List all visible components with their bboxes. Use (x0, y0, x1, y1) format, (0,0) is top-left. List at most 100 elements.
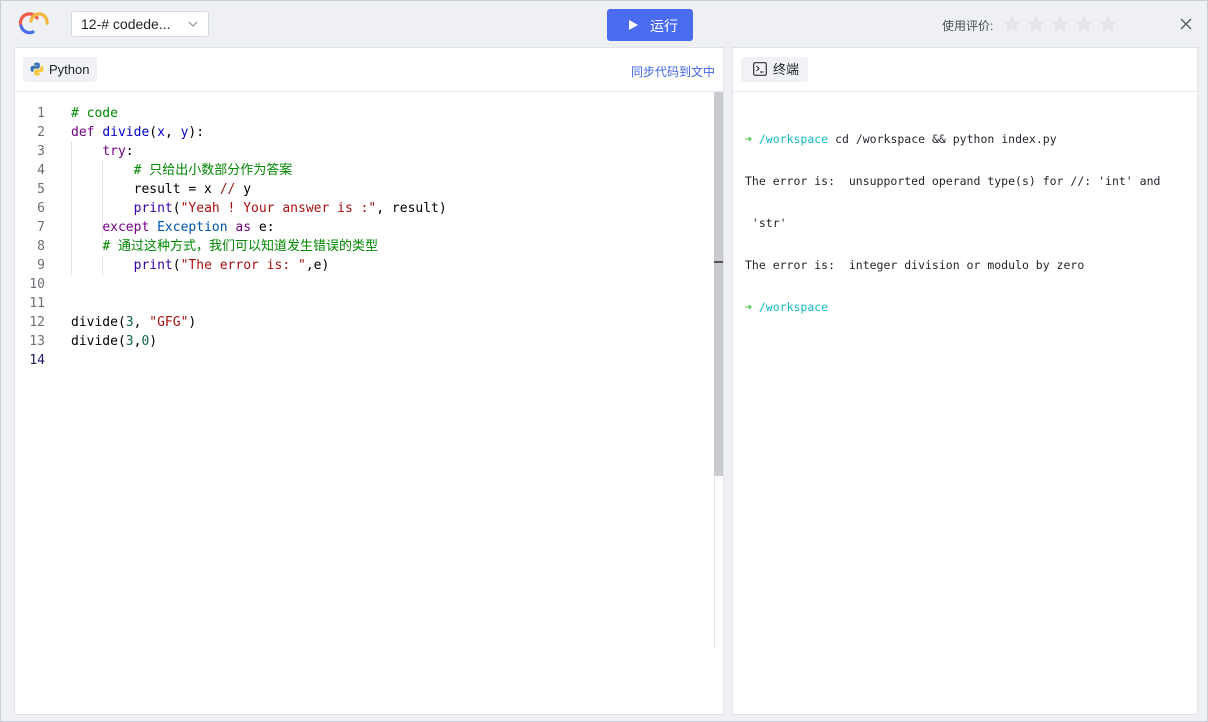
line-number: 10 (29, 277, 45, 292)
terminal-tab[interactable]: 终端 (741, 57, 809, 82)
prompt-arrow-icon: ➜ (745, 132, 752, 146)
code-text: # 通过这种方式，我们可以知道发生错误的类型 (71, 237, 378, 256)
indent-guide (102, 161, 103, 237)
chevron-down-icon (188, 21, 198, 27)
code-token: def (71, 125, 103, 140)
line-number: 13 (29, 334, 45, 349)
terminal-command: cd /workspace && python index.py (835, 132, 1057, 146)
scroll-marker (714, 261, 723, 263)
code-line[interactable]: 8 # 通过这种方式，我们可以知道发生错误的类型 (15, 237, 705, 256)
terminal-title: 终端 (773, 62, 800, 77)
code-line[interactable]: 7 except Exception as e: (15, 218, 705, 237)
code-text: divide(3, "GFG") (71, 313, 196, 332)
terminal-output-line: The error is: integer division or modulo… (745, 258, 1085, 272)
code-line[interactable]: 10 (15, 275, 705, 294)
app-logo-icon (18, 12, 49, 35)
line-number: 3 (37, 144, 45, 159)
star-icon[interactable] (1098, 14, 1118, 34)
line-number: 9 (37, 258, 45, 273)
code-token: "GFG" (149, 315, 189, 330)
terminal-panel: 终端 ➜ /workspace cd /workspace && python … (732, 47, 1198, 715)
line-number: 6 (37, 201, 45, 216)
code-text: # 只给出小数部分作为答案 (71, 161, 293, 180)
terminal-icon (753, 62, 767, 76)
sync-code-link[interactable]: 同步代码到文中 (631, 63, 715, 80)
line-number: 2 (37, 125, 45, 140)
code-line[interactable]: 2 def divide(x, y): (15, 123, 705, 142)
line-number: 12 (29, 315, 45, 330)
line-number: 7 (37, 220, 45, 235)
code-token: # 通过这种方式，我们可以知道发生错误的类型 (102, 239, 378, 254)
python-icon (30, 62, 44, 76)
star-icon[interactable] (1002, 14, 1022, 34)
indent-guide (102, 256, 103, 275)
code-token: , (133, 315, 150, 330)
play-icon (629, 20, 638, 30)
code-editor[interactable]: 1 # code 2 def divide(x, y): 3 try: 4 # 只给出小数… (15, 92, 712, 714)
code-token: e: (258, 220, 275, 235)
code-token: 3 (125, 315, 134, 330)
code-token: ) (149, 334, 158, 349)
code-token: "The error is: " (180, 258, 306, 273)
editor-panel: Python 同步代码到文中 1 # code 2 def divide(x, y):… (14, 47, 724, 715)
code-text: # code (71, 104, 118, 123)
code-token: : (125, 144, 134, 159)
code-token: divide (102, 125, 150, 140)
editor-scrollbar[interactable] (714, 92, 723, 476)
language-label: Python (49, 62, 90, 77)
code-line[interactable]: 14 (15, 351, 705, 370)
star-icon[interactable] (1050, 14, 1070, 34)
code-token: ( (172, 201, 181, 216)
code-line[interactable]: 1 # code (15, 104, 705, 123)
code-line[interactable]: 11 (15, 294, 705, 313)
code-token: divide( (71, 315, 126, 330)
line-number: 14 (29, 353, 45, 368)
terminal-output-line: 'str' (745, 216, 787, 230)
code-token: , (164, 125, 181, 140)
app-window: 12-# codede... 运行 使用评价: Python 同步代码到文中 1… (0, 0, 1208, 722)
close-icon[interactable] (1179, 17, 1193, 31)
line-number: 5 (37, 182, 45, 197)
editor-header: Python 同步代码到文中 (15, 48, 723, 92)
code-token: divide( (71, 334, 126, 349)
code-text: try: (71, 142, 134, 161)
code-text: result = x // y (71, 180, 251, 199)
prompt-path: /workspace (758, 132, 829, 146)
indent-guide (71, 142, 72, 275)
line-number: 8 (37, 239, 45, 254)
terminal-header: 终端 (733, 48, 1197, 92)
code-token: result = x (71, 182, 220, 197)
code-text: print("Yeah ! Your answer is :", result) (71, 199, 447, 218)
code-token: x (157, 125, 165, 140)
code-token: ,e) (305, 258, 330, 273)
code-line[interactable]: 9 print("The error is: ",e) (15, 256, 705, 275)
rating-label: 使用评价: (942, 19, 994, 33)
code-line[interactable]: 13 divide(3,0) (15, 332, 705, 351)
code-line[interactable]: 5 result = x // y (15, 180, 705, 199)
language-tab[interactable]: Python (23, 57, 98, 82)
code-token: // (219, 182, 236, 197)
code-token: ) (188, 315, 197, 330)
code-token: ( (172, 258, 181, 273)
terminal-output[interactable]: ➜ /workspace cd /workspace && python ind… (745, 104, 1191, 342)
code-text: def divide(x, y): (71, 123, 204, 142)
terminal-command-line: ➜ /workspace cd /workspace && python ind… (745, 132, 1191, 146)
code-token: # code (71, 106, 118, 121)
code-line[interactable]: 6 print("Yeah ! Your answer is :", resul… (15, 199, 705, 218)
line-number: 11 (29, 296, 45, 311)
line-number: 4 (37, 163, 45, 178)
code-line[interactable]: 12 divide(3, "GFG") (15, 313, 705, 332)
star-icon[interactable] (1074, 14, 1094, 34)
star-icon[interactable] (1026, 14, 1046, 34)
code-text: divide(3,0) (71, 332, 157, 351)
code-token: , result) (376, 201, 447, 216)
file-select[interactable]: 12-# codede... (71, 11, 209, 37)
code-line[interactable]: 4 # 只给出小数部分作为答案 (15, 161, 705, 180)
run-button[interactable]: 运行 (607, 9, 693, 41)
code-line[interactable]: 3 try: (15, 142, 705, 161)
code-token: ( (149, 125, 158, 140)
run-button-label: 运行 (650, 18, 678, 34)
line-number: 1 (37, 106, 45, 121)
code-token: "Yeah ! Your answer is :" (180, 201, 377, 216)
